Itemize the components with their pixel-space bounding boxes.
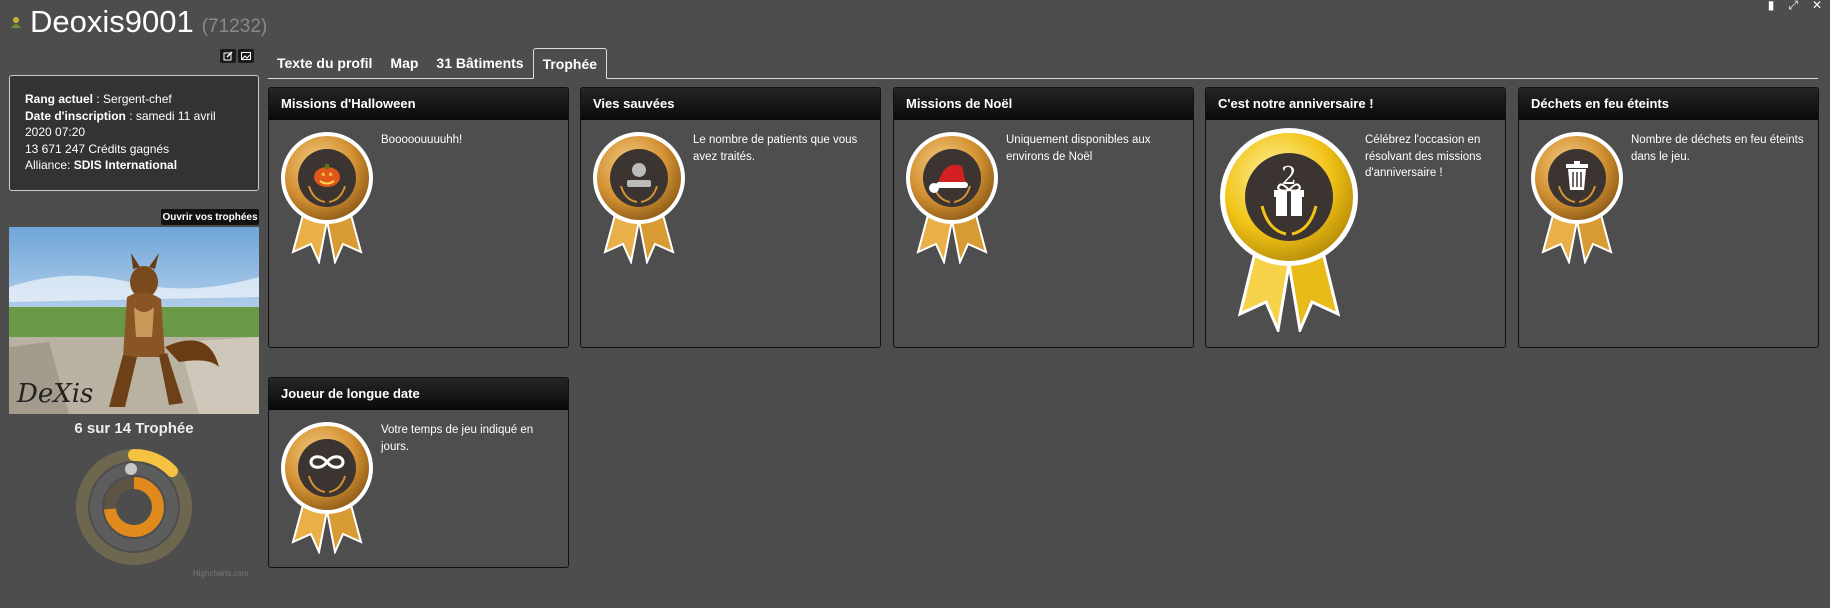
user-id: (71232) [201,16,268,37]
window-controls: ▮ ⤢ ✕ [1768,0,1822,11]
trophy-medal [593,132,685,264]
trophy-medal [1531,132,1623,264]
svg-text:DeXis: DeXis [16,379,93,409]
trophy-card: Missions de Noël Uniquement disponibles … [893,87,1194,348]
close-icon[interactable]: ✕ [1812,0,1822,11]
trophy-card: C'est notre anniversaire ! 2 Célébrez l'… [1205,87,1506,348]
alliance-link[interactable]: SDIS International [74,158,177,172]
username: Deoxis9001 [30,4,194,39]
trophy-description: Nombre de déchets en feu éteints dans le… [1631,134,1804,163]
profile-tabs: Texte du profil Map 31 Bâtiments Trophée [268,48,1818,79]
trophy-progress-chart [76,448,192,565]
donut-marker [125,463,137,475]
image-icon [241,52,251,60]
trophy-card: Vies sauvées Le nombre de patients que v… [580,87,881,348]
trophy-card: Missions d'Halloween Booooouuuuhh! [268,87,569,348]
trophy-medal [281,132,373,264]
trophy-title: Déchets en feu éteints [1519,88,1818,120]
trophy-count: 6 sur 14 Trophée [74,420,194,437]
clipboard-icon[interactable]: ▮ [1768,0,1775,11]
open-trophies-button[interactable]: Ouvrir vos trophées [161,209,259,225]
trophy-medal: 2 [1220,128,1358,332]
trophy-medal [906,132,998,264]
trophy-description: Célébrez l'occasion en résolvant des mis… [1365,134,1482,179]
pencil-icon [223,51,233,61]
trophy-card: Joueur de longue date Votre temps de jeu… [268,377,569,568]
join-date-row: Date d'inscription : samedi 11 avril 202… [25,108,216,140]
edit-image-button[interactable] [238,49,254,63]
trophy-card: Déchets en feu éteints Nombre de déchets… [1518,87,1819,348]
rank-row: Rang actuel : Sergent-chef [25,92,172,106]
trophy-description: Le nombre de patients que vous avez trai… [693,134,858,163]
tab-profile-text[interactable]: Texte du profil [268,48,381,78]
alliance-row: Alliance: SDIS International [25,158,178,172]
profile-info-box: Rang actuel : Sergent-chef Date d'inscri… [9,75,259,191]
trophy-title: C'est notre anniversaire ! [1206,88,1505,120]
tab-map[interactable]: Map [381,48,427,78]
trophy-title: Missions de Noël [894,88,1193,120]
trophy-medal [281,422,373,554]
trophy-description: Uniquement disponibles aux environs de N… [1006,134,1151,163]
profile-tools [220,49,254,63]
trophy-description: Votre temps de jeu indiqué en jours. [381,424,534,453]
user-icon [11,17,21,28]
gift-icon [1274,183,1304,216]
trophy-title: Vies sauvées [581,88,880,120]
trophy-description: Booooouuuuhh! [381,134,463,146]
fullscreen-icon[interactable]: ⤢ [1788,0,1798,11]
tab-buildings[interactable]: 31 Bâtiments [427,48,532,78]
trophy-title: Missions d'Halloween [269,88,568,120]
avatar: DeXis [9,227,259,414]
trophy-title: Joueur de longue date [269,378,568,410]
profile-header: Deoxis9001 (71232) [10,4,267,40]
credits-row: 13 671 247 Crédits gagnés [25,141,170,156]
tab-trophies[interactable]: Trophée [532,48,608,79]
chart-credits[interactable]: Highcharts.com [193,569,249,578]
edit-profile-button[interactable] [220,49,236,63]
